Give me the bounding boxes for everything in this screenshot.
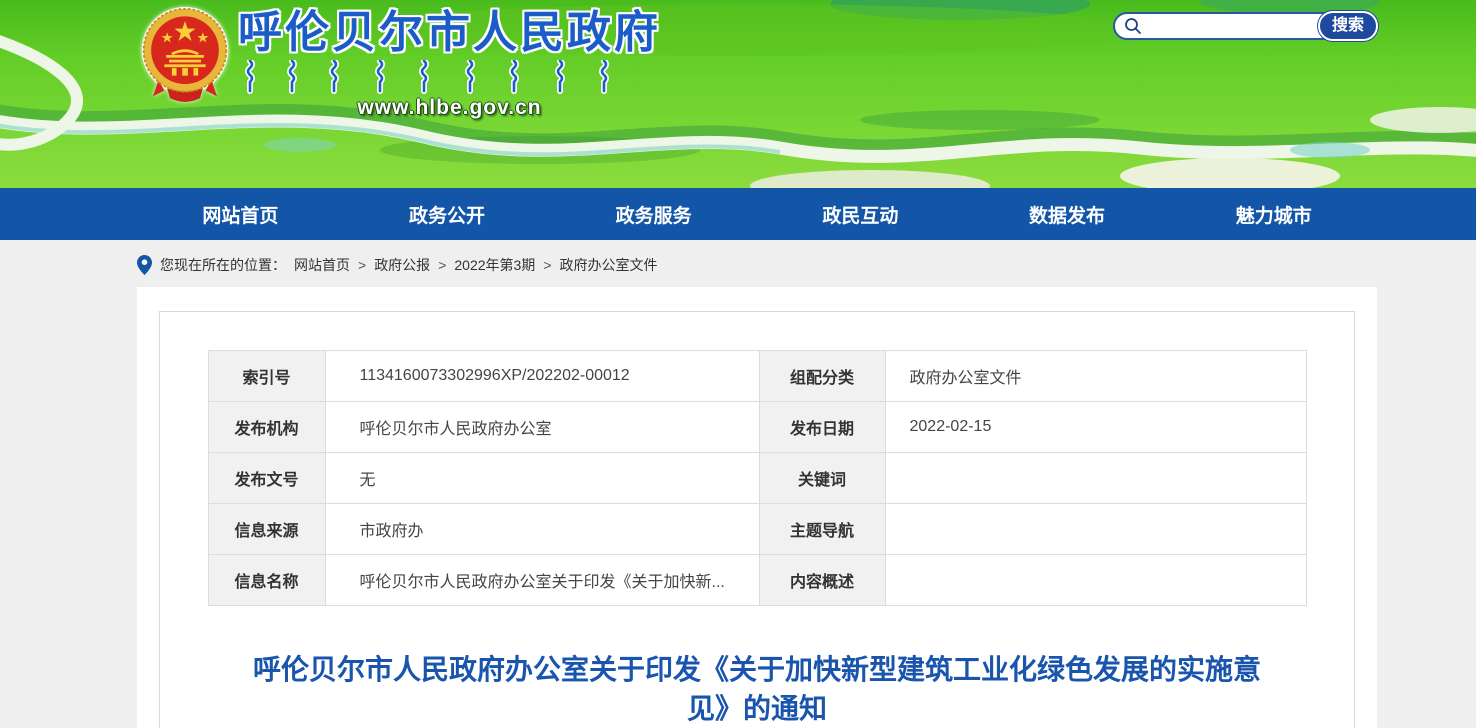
mongolian-script-icon (242, 60, 614, 94)
breadcrumb-link-category[interactable]: 政府办公室文件 (560, 255, 658, 275)
brand-text: 呼伦贝尔市人民政府 (238, 6, 661, 120)
document-title: 呼伦贝尔市人民政府办公室关于印发《关于加快新型建筑工业化绿色发展的实施意见》的通… (237, 650, 1277, 728)
main-nav: 网站首页 政务公开 政务服务 政民互动 数据发布 魅力城市 (0, 188, 1476, 240)
meta-label-index-number: 索引号 (208, 351, 325, 402)
nav-item-gov-service[interactable]: 政务服务 (550, 188, 757, 240)
table-row: 发布机构 呼伦贝尔市人民政府办公室 发布日期 2022-02-15 (208, 402, 1306, 453)
site-banner: 呼伦贝尔市人民政府 (0, 0, 1476, 188)
nav-item-data[interactable]: 数据发布 (964, 188, 1171, 240)
meta-value-summary (885, 555, 1306, 606)
meta-value-keywords (885, 453, 1306, 504)
document-meta-table: 索引号 1134160073302996XP/202202-00012 组配分类… (208, 350, 1307, 606)
site-title: 呼伦贝尔市人民政府 (238, 10, 661, 56)
location-pin-icon (137, 255, 152, 275)
meta-value-index-number: 1134160073302996XP/202202-00012 (325, 351, 759, 402)
meta-value-issuing-agency: 呼伦贝尔市人民政府办公室 (325, 402, 759, 453)
search-button[interactable]: 搜索 (1318, 11, 1378, 41)
meta-value-publish-date: 2022-02-15 (885, 402, 1306, 453)
meta-label-keywords: 关键词 (759, 453, 885, 504)
table-row: 信息名称 呼伦贝尔市人民政府办公室关于印发《关于加快新... 内容概述 (208, 555, 1306, 606)
breadcrumb-link-issue[interactable]: 2022年第3期 (454, 255, 535, 275)
breadcrumb-link-gazette[interactable]: 政府公报 (374, 255, 430, 275)
nav-item-city[interactable]: 魅力城市 (1170, 188, 1377, 240)
nav-item-interaction[interactable]: 政民互动 (757, 188, 964, 240)
table-row: 发布文号 无 关键词 (208, 453, 1306, 504)
meta-value-document-number: 无 (325, 453, 759, 504)
search-input[interactable] (1142, 15, 1318, 37)
table-row: 信息来源 市政府办 主题导航 (208, 504, 1306, 555)
breadcrumb: 您现在所在的位置： 网站首页 > 政府公报 > 2022年第3期 > 政府办公室… (137, 255, 1377, 275)
meta-label-category: 组配分类 (759, 351, 885, 402)
meta-label-publish-date: 发布日期 (759, 402, 885, 453)
breadcrumb-row: 您现在所在的位置： 网站首页 > 政府公报 > 2022年第3期 > 政府办公室… (0, 240, 1476, 287)
nav-item-gov-info[interactable]: 政务公开 (344, 188, 551, 240)
table-row: 索引号 1134160073302996XP/202202-00012 组配分类… (208, 351, 1306, 402)
meta-value-info-source: 市政府办 (325, 504, 759, 555)
meta-value-info-name: 呼伦贝尔市人民政府办公室关于印发《关于加快新... (325, 555, 759, 606)
breadcrumb-separator: > (543, 257, 551, 273)
nav-inner: 网站首页 政务公开 政务服务 政民互动 数据发布 魅力城市 (137, 188, 1377, 240)
meta-label-info-name: 信息名称 (208, 555, 325, 606)
nav-item-home[interactable]: 网站首页 (137, 188, 344, 240)
meta-label-document-number: 发布文号 (208, 453, 325, 504)
meta-value-category: 政府办公室文件 (885, 351, 1306, 402)
site-brand: 呼伦贝尔市人民政府 (138, 6, 661, 120)
search-bar: 搜索 (1113, 12, 1377, 40)
meta-label-issuing-agency: 发布机构 (208, 402, 325, 453)
main-content: 索引号 1134160073302996XP/202202-00012 组配分类… (0, 287, 1476, 728)
breadcrumb-prefix: 您现在所在的位置： (160, 255, 286, 275)
meta-label-info-source: 信息来源 (208, 504, 325, 555)
breadcrumb-separator: > (438, 257, 446, 273)
search-icon (1124, 17, 1142, 35)
content-card: 索引号 1134160073302996XP/202202-00012 组配分类… (137, 287, 1377, 728)
breadcrumb-separator: > (358, 257, 366, 273)
breadcrumb-link-home[interactable]: 网站首页 (294, 255, 350, 275)
meta-label-topic-nav: 主题导航 (759, 504, 885, 555)
page: 呼伦贝尔市人民政府 (0, 0, 1476, 728)
national-emblem-logo (138, 6, 232, 102)
meta-label-summary: 内容概述 (759, 555, 885, 606)
site-url: www.hlbe.gov.cn (238, 96, 661, 120)
meta-value-topic-nav (885, 504, 1306, 555)
document-panel: 索引号 1134160073302996XP/202202-00012 组配分类… (159, 311, 1355, 728)
